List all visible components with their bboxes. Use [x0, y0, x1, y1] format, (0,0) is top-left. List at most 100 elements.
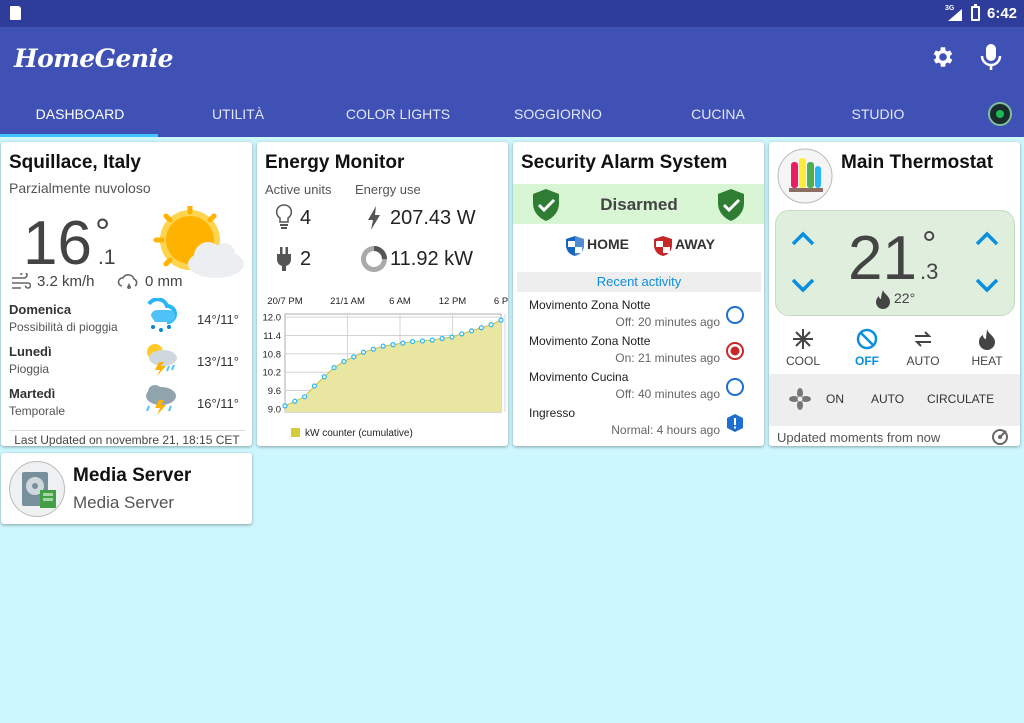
weather-last-updated: Last Updated on novembre 21, 18:15 CET — [9, 430, 245, 446]
energy-title: Energy Monitor — [265, 152, 405, 173]
data-point — [459, 331, 465, 337]
x-tick-label: 21/1 AM — [330, 296, 365, 307]
data-point — [478, 325, 484, 331]
mode-off-label: OFF — [855, 354, 879, 368]
current-temperature: 21 — [848, 224, 917, 293]
current-power: 207.43 W — [390, 207, 476, 229]
y-tick-label: 9.6 — [268, 386, 281, 397]
fan-on-button[interactable]: ON — [826, 392, 844, 406]
fan-mode-bar: ON AUTO CIRCULATE — [769, 374, 1020, 426]
tab-cucina[interactable]: CUCINA — [638, 106, 798, 122]
x-tick-label: 20/7 PM — [267, 296, 302, 307]
flame-icon — [876, 290, 890, 309]
chevron-down-icon[interactable] — [974, 277, 1000, 295]
sd-card-icon — [10, 6, 21, 20]
media-server-card[interactable]: Media Server Media Server — [1, 453, 252, 524]
activity-name: Ingresso — [529, 406, 576, 420]
data-point — [410, 338, 416, 345]
circle-outline-icon — [726, 306, 744, 324]
wind-icon — [12, 273, 31, 289]
microphone-icon[interactable] — [980, 43, 1002, 71]
record-icon — [726, 342, 744, 360]
gear-icon[interactable] — [930, 44, 956, 70]
media-server-icon — [22, 472, 56, 508]
chevron-up-icon[interactable] — [974, 229, 1000, 247]
alarm-status-banner[interactable]: Disarmed — [513, 184, 764, 224]
media-server-title: Media Server — [73, 465, 192, 486]
tab-color-lights[interactable]: COLOR LIGHTS — [318, 106, 478, 122]
energy-monitor-card[interactable]: Energy Monitor Active units Energy use 4… — [257, 142, 508, 446]
data-point — [498, 317, 504, 323]
snowflake-icon — [793, 329, 813, 349]
block-icon — [856, 328, 878, 350]
data-point — [351, 354, 357, 360]
tab-studio[interactable]: STUDIO — [798, 106, 958, 122]
fire-icon — [979, 329, 995, 350]
data-point — [449, 334, 455, 340]
mode-heat[interactable]: HEAT — [962, 328, 1012, 368]
plug-icon — [277, 247, 291, 271]
data-point — [380, 343, 386, 349]
x-tick-label: 12 PM — [439, 296, 467, 307]
data-point — [331, 364, 337, 371]
tab-dashboard[interactable]: DASHBOARD — [0, 106, 160, 122]
weather-temperature: 16 — [23, 209, 92, 278]
data-point — [390, 342, 396, 348]
fan-auto-button[interactable]: AUTO — [871, 392, 904, 406]
mode-off[interactable]: OFF — [842, 328, 892, 368]
chevron-up-icon[interactable] — [790, 229, 816, 247]
storm-rain-icon — [147, 344, 177, 376]
forecast-temp: 13°/11° — [197, 354, 239, 369]
setpoint: 22° — [894, 290, 916, 306]
tab-indicator — [0, 134, 158, 137]
weather-card[interactable]: Squillace, Italy Parzialmente nuvoloso 1… — [1, 142, 252, 446]
connection-status-icon[interactable] — [988, 102, 1012, 126]
data-point — [292, 398, 298, 404]
circle-outline-icon — [726, 378, 744, 396]
data-point — [468, 328, 475, 334]
arm-home-button[interactable]: HOME — [587, 236, 629, 252]
app-title: HomeGenie — [14, 44, 174, 73]
clock: 6:42 — [987, 5, 1018, 22]
fan-circulate-button[interactable]: CIRCULATE — [927, 392, 994, 406]
fan-icon — [789, 388, 811, 410]
thermostat-last-updated: Updated moments from now — [777, 430, 941, 445]
y-tick-label: 10.8 — [263, 349, 282, 360]
data-point — [419, 338, 426, 344]
weather-temperature-decimal: .1 — [98, 246, 116, 269]
data-point — [321, 374, 327, 380]
tab-soggiorno[interactable]: SOGGIORNO — [478, 106, 638, 122]
mode-auto-label: AUTO — [906, 354, 940, 368]
arm-away-button[interactable]: AWAY — [675, 236, 715, 252]
forecast-desc: Temporale — [9, 404, 66, 418]
data-point — [360, 349, 367, 355]
thermostat-avatar — [777, 148, 833, 204]
legend-swatch — [291, 428, 300, 437]
tab-utilita[interactable]: UTILITÀ — [158, 106, 318, 122]
forecast-temp: 14°/11° — [197, 312, 239, 327]
active-plugs-count: 2 — [300, 248, 312, 270]
data-point — [311, 383, 318, 389]
y-tick-label: 9.0 — [268, 404, 281, 415]
tab-bar: DASHBOARD UTILITÀ COLOR LIGHTS SOGGIORNO… — [0, 94, 1024, 137]
recent-activity-label: Recent activity — [596, 274, 682, 289]
mode-auto[interactable]: AUTO — [898, 328, 948, 368]
refresh-icon[interactable] — [991, 428, 1009, 446]
media-server-subtitle: Media Server — [73, 493, 175, 512]
chevron-down-icon[interactable] — [790, 277, 816, 295]
thermostat-title: Main Thermostat — [841, 152, 994, 173]
data-point — [282, 403, 288, 409]
legend-label: kW counter (cumulative) — [305, 428, 413, 439]
activity-name: Movimento Zona Notte — [529, 298, 651, 312]
thermostat-card[interactable]: Main Thermostat 21 ° .3 22° COOL OFF AUT… — [769, 142, 1020, 446]
forecast-desc: Pioggia — [9, 362, 50, 376]
security-alarm-card[interactable]: Security Alarm System Disarmed HOME AWAY… — [513, 142, 764, 446]
forecast-day: Domenica — [9, 302, 72, 317]
rain-icon — [117, 274, 138, 289]
lightbulb-icon — [275, 204, 293, 229]
x-tick-label: 6 PM — [494, 296, 508, 307]
data-point — [488, 322, 494, 328]
app-bar: HomeGenie DASHBOARD UTILITÀ COLOR LIGHTS… — [0, 27, 1024, 137]
alert-icon — [727, 414, 743, 432]
mode-cool[interactable]: COOL — [778, 328, 828, 368]
